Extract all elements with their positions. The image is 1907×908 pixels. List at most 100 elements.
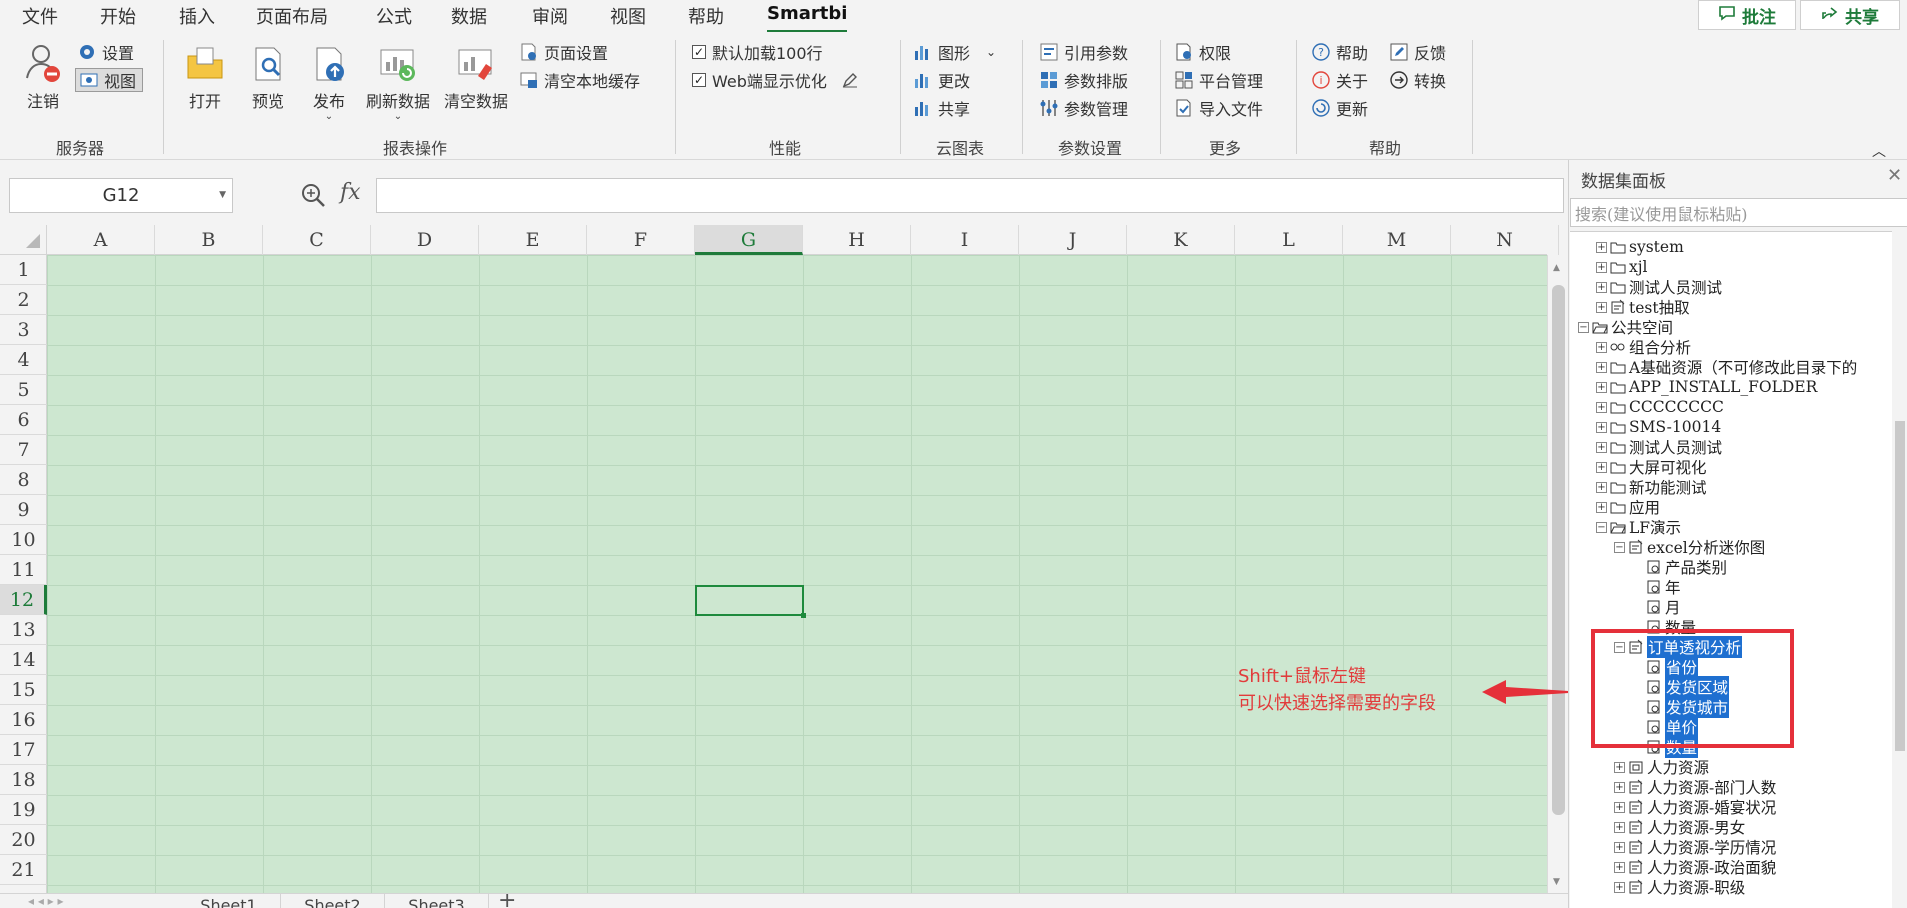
tree-node[interactable]: + system <box>1596 237 1684 257</box>
clear-cache-button[interactable]: 清空本地缓存 <box>520 68 640 92</box>
column-header[interactable]: B <box>155 225 263 255</box>
row-header[interactable]: 2 <box>0 285 47 315</box>
tab-5[interactable]: 数据 <box>451 3 487 29</box>
row-header[interactable]: 3 <box>0 315 47 345</box>
tree-node[interactable]: 年 <box>1646 577 1681 597</box>
view-button[interactable]: 视图 <box>75 68 144 92</box>
row-header[interactable]: 10 <box>0 525 47 555</box>
cell-grid[interactable] <box>47 255 1547 893</box>
row-header[interactable]: 20 <box>0 825 47 855</box>
close-icon[interactable]: ✕ <box>1887 165 1902 186</box>
row-header[interactable]: 8 <box>0 465 47 495</box>
params-manage-button[interactable]: 参数管理 <box>1040 96 1128 120</box>
row-header[interactable]: 13 <box>0 615 47 645</box>
clear-data-button[interactable]: 清空数据 <box>440 42 512 132</box>
tree-vertical-scrollbar[interactable] <box>1892 231 1907 908</box>
tab-2[interactable]: 插入 <box>179 3 215 29</box>
scroll-down-icon[interactable]: ▼ <box>1553 877 1560 887</box>
platform-manage-button[interactable]: 平台管理 <box>1175 68 1263 92</box>
sheet-tab-1[interactable]: Sheet1 <box>177 894 281 908</box>
column-header[interactable]: K <box>1127 225 1235 255</box>
column-header[interactable]: I <box>911 225 1019 255</box>
tree-node[interactable]: + test抽取 <box>1596 297 1690 317</box>
tab-3[interactable]: 页面布局 <box>256 3 328 29</box>
expand-icon[interactable]: + <box>1596 461 1607 473</box>
expand-icon[interactable]: + <box>1596 381 1607 393</box>
tree-node[interactable]: + 应用 <box>1596 497 1660 517</box>
row-header[interactable]: 14 <box>0 645 47 675</box>
active-cell[interactable] <box>695 585 806 618</box>
import-file-button[interactable]: 导入文件 <box>1175 96 1263 120</box>
row-header[interactable]: 1 <box>0 255 47 285</box>
column-header[interactable]: C <box>263 225 371 255</box>
settings-button[interactable]: 设置 <box>78 40 134 64</box>
pencil-icon[interactable] <box>841 71 859 89</box>
tab-8[interactable]: 帮助 <box>688 3 724 29</box>
formula-input[interactable] <box>376 178 1564 213</box>
tree-node[interactable]: + 人力资源-职级 <box>1614 877 1745 897</box>
tree-node[interactable]: + 人力资源-婚宴状况 <box>1614 797 1776 817</box>
tree-node[interactable]: 产品类别 <box>1646 557 1727 577</box>
load-100-checkbox[interactable]: ✓ 默认加载100行 <box>692 40 823 64</box>
row-header[interactable]: 4 <box>0 345 47 375</box>
graph-button[interactable]: 图形 ⌄ <box>914 40 996 64</box>
chevron-down-icon[interactable]: ▼ <box>219 190 226 200</box>
share-button[interactable]: 共享 <box>1800 0 1900 30</box>
page-setup-button[interactable]: 页面设置 <box>520 40 608 64</box>
about-button[interactable]: i 关于 <box>1312 68 1368 92</box>
expand-icon[interactable]: + <box>1614 781 1625 793</box>
fx-icon[interactable]: fx <box>340 180 361 205</box>
expand-icon[interactable]: + <box>1596 401 1607 413</box>
preview-button[interactable]: 预览 <box>245 42 291 132</box>
column-header[interactable]: N <box>1451 225 1559 255</box>
expand-icon[interactable]: + <box>1614 821 1625 833</box>
tree-node[interactable]: + APP_INSTALL_FOLDER <box>1596 377 1817 397</box>
collapse-icon[interactable]: − <box>1596 521 1607 533</box>
tree-node[interactable]: − LF演示 <box>1596 517 1681 537</box>
row-header[interactable]: 17 <box>0 735 47 765</box>
tree-node[interactable]: + 测试人员测试 <box>1596 277 1722 297</box>
expand-icon[interactable]: + <box>1596 421 1607 433</box>
row-header[interactable]: 18 <box>0 765 47 795</box>
expand-icon[interactable]: + <box>1596 241 1607 253</box>
select-all-corner[interactable] <box>0 225 47 255</box>
expand-icon[interactable]: + <box>1596 501 1607 513</box>
tab-7[interactable]: 视图 <box>610 3 646 29</box>
name-box[interactable]: G12 ▼ <box>9 178 233 213</box>
params-layout-button[interactable]: 参数排版 <box>1040 68 1128 92</box>
scrollbar-thumb[interactable] <box>1552 285 1565 815</box>
tab-4[interactable]: 公式 <box>376 3 412 29</box>
column-header[interactable]: F <box>587 225 695 255</box>
column-header[interactable]: D <box>371 225 479 255</box>
row-header[interactable]: 11 <box>0 555 47 585</box>
row-header[interactable]: 21 <box>0 855 47 885</box>
expand-icon[interactable]: + <box>1614 861 1625 873</box>
sheet-tab-3[interactable]: Sheet3 <box>385 894 489 908</box>
row-header[interactable]: 19 <box>0 795 47 825</box>
tree-node[interactable]: + xjl <box>1596 257 1648 277</box>
logout-button[interactable]: 注销 <box>20 42 66 132</box>
tree-node[interactable]: − excel分析迷你图 <box>1614 537 1765 557</box>
tab-0[interactable]: 文件 <box>22 3 58 29</box>
open-button[interactable]: 打开 <box>182 42 228 132</box>
column-header[interactable]: H <box>803 225 911 255</box>
feedback-button[interactable]: 反馈 <box>1390 40 1446 64</box>
column-header[interactable]: J <box>1019 225 1127 255</box>
collapse-icon[interactable]: − <box>1578 321 1589 333</box>
sheet-tab-2[interactable]: Sheet2 <box>281 894 385 908</box>
expand-icon[interactable]: + <box>1596 341 1607 353</box>
tree-node[interactable]: + 人力资源-学历情况 <box>1614 837 1776 857</box>
collapse-ribbon-icon[interactable]: ︿ <box>1872 141 1886 161</box>
update-button[interactable]: 更新 <box>1312 96 1368 120</box>
expand-icon[interactable]: + <box>1614 801 1625 813</box>
tree-node[interactable]: + 人力资源-政治面貌 <box>1614 857 1776 877</box>
comment-button[interactable]: 批注 <box>1698 0 1796 30</box>
expand-icon[interactable]: + <box>1596 481 1607 493</box>
sheet-nav-icons[interactable]: ◂ ◂ ▸ ▸ <box>28 894 64 908</box>
panel-search-input[interactable]: 搜索(建议使用鼠标粘贴) <box>1570 198 1907 227</box>
expand-icon[interactable]: + <box>1596 261 1607 273</box>
column-header[interactable]: E <box>479 225 587 255</box>
row-header[interactable]: 16 <box>0 705 47 735</box>
row-header[interactable]: 9 <box>0 495 47 525</box>
expand-icon[interactable]: + <box>1614 881 1625 893</box>
